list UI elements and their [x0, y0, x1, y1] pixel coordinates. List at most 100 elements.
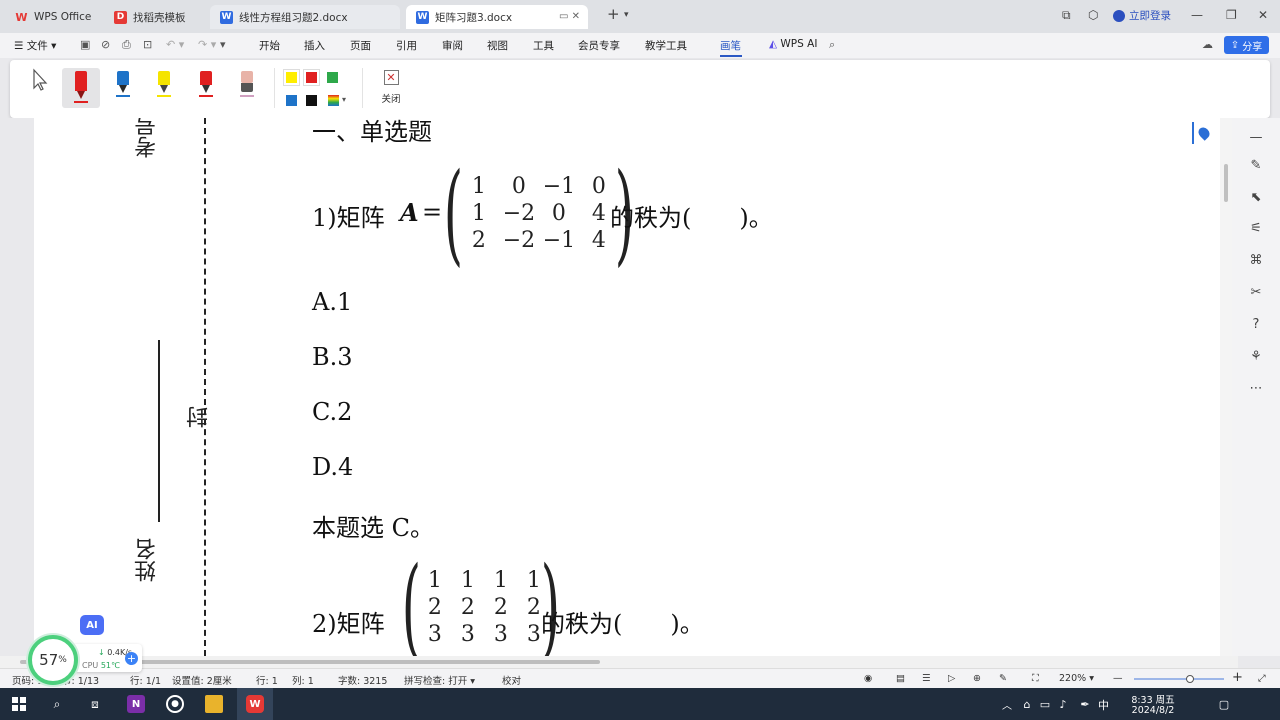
color-swatch-blue[interactable]	[286, 95, 297, 106]
play-icon[interactable]: ▷	[948, 673, 955, 684]
zoom-out-icon[interactable]: —	[1113, 673, 1123, 684]
obs-icon[interactable]: ●	[166, 695, 184, 713]
search-icon[interactable]: ⌕	[829, 38, 835, 52]
minimize-icon[interactable]: —	[1191, 8, 1203, 22]
chevron-down-icon[interactable]: ▾	[624, 10, 629, 20]
network-icon[interactable]: ⌂	[1018, 695, 1036, 713]
spellcheck-toggle[interactable]: 拼写检查: 打开 ▾	[404, 673, 475, 687]
file-explorer-icon[interactable]	[205, 695, 223, 713]
gallery-icon[interactable]: ⚘	[1248, 349, 1264, 365]
menu-wps-ai[interactable]: ◭ WPS AI	[769, 38, 817, 50]
chevron-down-icon[interactable]: ▾	[342, 95, 346, 104]
share-button[interactable]: ⇪ 分享	[1224, 36, 1269, 54]
color-swatch-black[interactable]	[306, 95, 317, 106]
zoom-in-icon[interactable]: +	[1232, 670, 1243, 685]
more-icon[interactable]: ⋯	[1248, 381, 1264, 397]
proofread-button[interactable]: 校对	[502, 673, 521, 687]
ime-indicator[interactable]: 中	[1098, 697, 1109, 713]
red-marker-tool[interactable]	[62, 68, 100, 108]
select-tool[interactable]	[21, 68, 59, 108]
more-quick-icon[interactable]: ▾	[220, 38, 226, 51]
link-icon[interactable]: ⊘	[101, 38, 110, 51]
word-count[interactable]: 字数: 3215	[338, 673, 387, 687]
tab-wps-office[interactable]: W WPS Office	[5, 5, 97, 29]
performance-ring[interactable]: 57%	[28, 635, 78, 685]
volume-icon[interactable]: ♪	[1054, 695, 1072, 713]
color-swatch-green[interactable]	[327, 72, 338, 83]
wps-taskbar-icon[interactable]: W	[246, 695, 264, 713]
redo-icon[interactable]: ↷ ▾	[198, 38, 216, 51]
notification-icon[interactable]: ▢	[1215, 695, 1233, 713]
eraser-tool[interactable]	[228, 68, 266, 108]
fit-page-icon[interactable]: ⛶	[1032, 673, 1039, 684]
zoom-slider-knob[interactable]	[1186, 675, 1194, 683]
menu-page[interactable]: 页面	[350, 38, 371, 53]
collapse-icon[interactable]: —	[1248, 130, 1264, 146]
menu-view[interactable]: 视图	[487, 38, 508, 53]
menu-references[interactable]: 引用	[396, 38, 417, 53]
close-window-icon[interactable]: ✕	[1258, 8, 1268, 22]
onenote-icon[interactable]: N	[127, 695, 145, 713]
new-tab-icon[interactable]: +	[607, 5, 620, 23]
print-icon[interactable]: ⎙	[122, 38, 131, 52]
eye-icon[interactable]: ◉	[864, 673, 872, 684]
red-pen-tool[interactable]	[187, 68, 225, 108]
adjust-icon[interactable]: ⚟	[1248, 221, 1264, 237]
clock-date[interactable]: 2024/8/2	[1128, 705, 1178, 716]
restore-icon[interactable]: ❐	[1226, 8, 1237, 22]
search-icon[interactable]: ⌕	[48, 695, 66, 713]
color-palette-icon[interactable]	[328, 95, 339, 106]
help-icon[interactable]: ?	[1248, 317, 1264, 333]
blue-pen-tool[interactable]	[104, 68, 142, 108]
cube-icon[interactable]: ⬡	[1088, 8, 1098, 22]
menu-review[interactable]: 审阅	[442, 38, 463, 53]
window-mode-icon[interactable]: ⧉	[1062, 8, 1071, 23]
add-widget-icon[interactable]: +	[125, 652, 138, 665]
tray-chevron-up-icon[interactable]: ︿	[998, 695, 1016, 713]
close-pen-button[interactable]: ✕ 关闭	[376, 68, 406, 105]
menu-member[interactable]: 会员专享	[578, 38, 620, 53]
outline-view-icon[interactable]: ☰	[922, 673, 931, 684]
cloud-icon[interactable]: ☁	[1202, 38, 1213, 51]
file-menu[interactable]: ☰ 文件 ▾	[14, 38, 56, 53]
login-button[interactable]: 立即登录	[1113, 8, 1171, 23]
clock-time[interactable]: 8:33 周五	[1128, 692, 1178, 706]
menu-insert[interactable]: 插入	[304, 38, 325, 53]
tab-linear-equations-doc[interactable]: W 线性方程组习题2.docx	[210, 5, 400, 29]
tools-icon[interactable]: ✂	[1248, 285, 1264, 301]
fullscreen-icon[interactable]: ⤢	[1258, 673, 1266, 684]
edit-icon[interactable]: ✎	[1248, 158, 1264, 174]
pen-tray-icon[interactable]: ✒	[1076, 695, 1094, 713]
shape-icon[interactable]: ⌘	[1248, 253, 1264, 269]
task-view-icon[interactable]: ⧈	[86, 695, 104, 713]
menu-tools[interactable]: 工具	[533, 38, 554, 53]
tab-docer[interactable]: D 找稻壳模板	[104, 5, 204, 29]
location-pin-icon[interactable]	[1192, 122, 1214, 144]
color-swatch-red[interactable]	[304, 70, 319, 85]
scrollbar-thumb[interactable]	[1224, 164, 1228, 202]
menu-home[interactable]: 开始	[259, 38, 280, 53]
document-page[interactable]: 考号 封 姓名 一、单选题 1)矩阵 A = ( 1 0 −1 0 1 −2 0 4 2 −2 −1…	[34, 118, 1220, 656]
zoom-slider[interactable]	[1134, 675, 1224, 683]
horizontal-scrollbar[interactable]	[0, 656, 1238, 668]
web-view-icon[interactable]: ⊕	[973, 673, 981, 684]
vertical-scrollbar[interactable]	[1220, 118, 1232, 656]
tab-close-icon[interactable]: ▭ ✕	[559, 11, 580, 22]
menu-pen[interactable]: 画笔	[720, 38, 741, 53]
select-pointer-icon[interactable]: ⬉	[1248, 190, 1264, 206]
yellow-highlighter-tool[interactable]	[145, 68, 183, 108]
q1-option-b: B.3	[312, 343, 353, 371]
menu-teaching-tools[interactable]: 教学工具	[645, 38, 687, 53]
save-icon[interactable]: ▣	[80, 38, 90, 51]
color-swatch-yellow[interactable]	[284, 70, 299, 85]
preview-icon[interactable]: ⊡	[143, 38, 152, 51]
battery-icon[interactable]: ▭	[1036, 695, 1054, 713]
pen-mode-icon[interactable]: ✎	[999, 673, 1007, 684]
column-indicator: 行: 1/1	[130, 676, 162, 687]
windows-start-icon[interactable]	[10, 695, 28, 713]
page-view-icon[interactable]: ▤	[896, 673, 905, 684]
zoom-level[interactable]: 220% ▾	[1059, 673, 1094, 684]
ai-assistant-button[interactable]: AI	[80, 615, 104, 635]
undo-icon[interactable]: ↶ ▾	[166, 38, 184, 51]
tab-matrix-doc[interactable]: W 矩阵习题3.docx ▭ ✕	[406, 5, 588, 29]
